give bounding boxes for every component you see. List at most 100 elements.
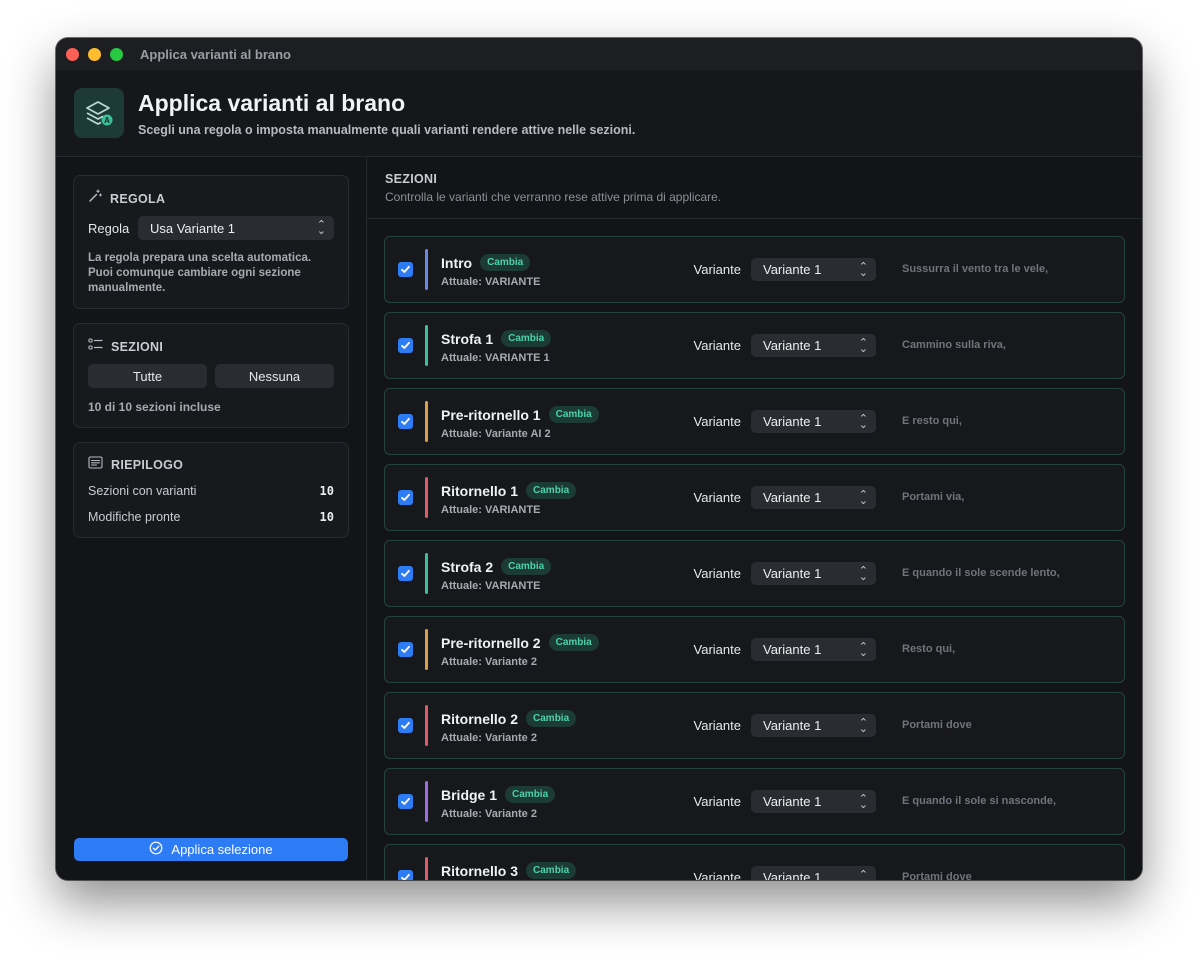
- change-badge: Cambia: [505, 786, 556, 803]
- section-name: Ritornello 3: [441, 862, 519, 879]
- section-name: Strofa 1: [441, 330, 494, 347]
- section-name: Ritornello 2: [441, 710, 519, 727]
- summary-label: Modifiche pronte: [88, 510, 181, 524]
- section-current-variant: Attuale: VARIANTE: [441, 276, 541, 288]
- section-color-bar: [425, 325, 428, 366]
- variant-select[interactable]: Variante 1 ⌃⌄: [751, 790, 876, 813]
- section-lyric-preview: E resto qui,: [902, 415, 962, 427]
- section-checkbox[interactable]: [398, 870, 413, 880]
- regola-card: REGOLA Regola Usa Variante 1 ⌃ ⌄ La regol…: [73, 175, 349, 309]
- chevron-updown-icon: ⌃⌄: [858, 868, 868, 880]
- sidebar: REGOLA Regola Usa Variante 1 ⌃ ⌄ La regol…: [56, 157, 367, 880]
- section-color-bar: [425, 705, 428, 746]
- window-title: Applica varianti al brano: [140, 47, 291, 62]
- main-title: SEZIONI: [385, 172, 438, 186]
- section-row: Strofa 2 Cambia Attuale: VARIANTE Varian…: [384, 540, 1125, 607]
- variant-select[interactable]: Variante 1 ⌃⌄: [751, 258, 876, 281]
- close-window-button[interactable]: [66, 48, 79, 61]
- variant-select-value: Variante 1: [763, 794, 822, 809]
- section-current-variant: Attuale: VARIANTE: [441, 504, 541, 516]
- chevron-updown-icon: ⌃⌄: [858, 792, 868, 811]
- section-name: Pre-ritornello 2: [441, 634, 541, 651]
- variant-select[interactable]: Variante 1 ⌃⌄: [751, 486, 876, 509]
- section-row: Pre-ritornello 2 Cambia Attuale: Variant…: [384, 616, 1125, 683]
- section-checkbox[interactable]: [398, 642, 413, 657]
- variant-select[interactable]: Variante 1 ⌃⌄: [751, 562, 876, 585]
- summary-label: Sezioni con varianti: [88, 484, 197, 498]
- summary-row: Sezioni con varianti 10: [88, 484, 334, 498]
- variant-select[interactable]: Variante 1 ⌃⌄: [751, 334, 876, 357]
- riepilogo-card: RIEPILOGO Sezioni con varianti 10 Modifi…: [73, 442, 349, 538]
- apply-selection-button[interactable]: Applica selezione: [74, 838, 348, 861]
- section-color-bar: [425, 553, 428, 594]
- section-checkbox[interactable]: [398, 262, 413, 277]
- section-lyric-preview: Portami via,: [902, 491, 965, 503]
- chevron-updown-icon: ⌃⌄: [858, 260, 868, 279]
- section-checkbox[interactable]: [398, 414, 413, 429]
- variant-label: Variante: [693, 490, 741, 505]
- variant-select-value: Variante 1: [763, 262, 822, 277]
- minimize-window-button[interactable]: [88, 48, 101, 61]
- variant-select-value: Variante 1: [763, 414, 822, 429]
- change-badge: Cambia: [480, 254, 531, 271]
- section-checkbox[interactable]: [398, 794, 413, 809]
- section-current-variant: Attuale: VARIANTE 1: [441, 352, 550, 364]
- change-badge: Cambia: [526, 862, 577, 879]
- section-lyric-preview: E quando il sole scende lento,: [902, 567, 1060, 579]
- variant-label: Variante: [693, 870, 741, 880]
- section-checkbox[interactable]: [398, 718, 413, 733]
- section-lyric-preview: Resto qui,: [902, 643, 956, 655]
- variant-select[interactable]: Variante 1 ⌃⌄: [751, 410, 876, 433]
- variant-select[interactable]: Variante 1 ⌃⌄: [751, 638, 876, 661]
- section-current-variant: Attuale: VARIANTE: [441, 580, 541, 592]
- regola-select[interactable]: Usa Variante 1 ⌃ ⌄: [138, 216, 334, 240]
- section-name: Ritornello 1: [441, 482, 519, 499]
- main-header: SEZIONI Controlla le varianti che verran…: [367, 157, 1142, 219]
- select-none-button[interactable]: Nessuna: [215, 364, 334, 388]
- change-badge: Cambia: [501, 558, 552, 575]
- section-row: Ritornello 2 Cambia Attuale: Variante 2 …: [384, 692, 1125, 759]
- variant-select-value: Variante 1: [763, 642, 822, 657]
- regola-title: REGOLA: [110, 191, 166, 206]
- section-checkbox[interactable]: [398, 490, 413, 505]
- chevron-updown-icon: ⌃⌄: [858, 336, 868, 355]
- chevron-updown-icon: ⌃⌄: [316, 219, 326, 237]
- select-all-button[interactable]: Tutte: [88, 364, 207, 388]
- check-circle-icon: [149, 841, 163, 858]
- variant-select-value: Variante 1: [763, 490, 822, 505]
- chevron-updown-icon: ⌃⌄: [858, 640, 868, 659]
- variant-label: Variante: [693, 414, 741, 429]
- section-row: Strofa 1 Cambia Attuale: VARIANTE 1 Vari…: [384, 312, 1125, 379]
- chevron-updown-icon: ⌃⌄: [858, 716, 868, 735]
- variant-label: Variante: [693, 262, 741, 277]
- layers-icon: A: [74, 88, 124, 138]
- main-panel: SEZIONI Controlla le varianti che verran…: [367, 157, 1142, 880]
- section-current-variant: Attuale: Variante 2: [441, 732, 537, 744]
- variant-select[interactable]: Variante 1 ⌃⌄: [751, 714, 876, 737]
- section-color-bar: [425, 249, 428, 290]
- summary-row: Modifiche pronte 10: [88, 510, 334, 524]
- section-checkbox[interactable]: [398, 566, 413, 581]
- section-lyric-preview: Portami dove: [902, 871, 972, 880]
- titlebar: Applica varianti al brano: [56, 38, 1142, 71]
- section-row: Pre-ritornello 1 Cambia Attuale: Variant…: [384, 388, 1125, 455]
- main-subtitle: Controlla le varianti che verranno rese …: [385, 190, 722, 204]
- section-row: Bridge 1 Cambia Attuale: Variante 2 Vari…: [384, 768, 1125, 835]
- summary-value: 10: [319, 484, 334, 498]
- app-window: Applica varianti al brano A Applica vari…: [56, 38, 1142, 880]
- section-color-bar: [425, 857, 428, 880]
- variant-select-value: Variante 1: [763, 870, 822, 880]
- summary-value: 10: [319, 510, 334, 524]
- variant-select[interactable]: Variante 1 ⌃⌄: [751, 866, 876, 880]
- svg-text:A: A: [104, 116, 110, 125]
- variant-select-value: Variante 1: [763, 718, 822, 733]
- section-color-bar: [425, 781, 428, 822]
- section-name: Bridge 1: [441, 786, 498, 803]
- section-color-bar: [425, 477, 428, 518]
- change-badge: Cambia: [526, 482, 577, 499]
- chevron-updown-icon: ⌃⌄: [858, 564, 868, 583]
- section-current-variant: Attuale: Variante 2: [441, 656, 537, 668]
- zoom-window-button[interactable]: [110, 48, 123, 61]
- section-checkbox[interactable]: [398, 338, 413, 353]
- included-count: 10 di 10 sezioni incluse: [88, 400, 221, 414]
